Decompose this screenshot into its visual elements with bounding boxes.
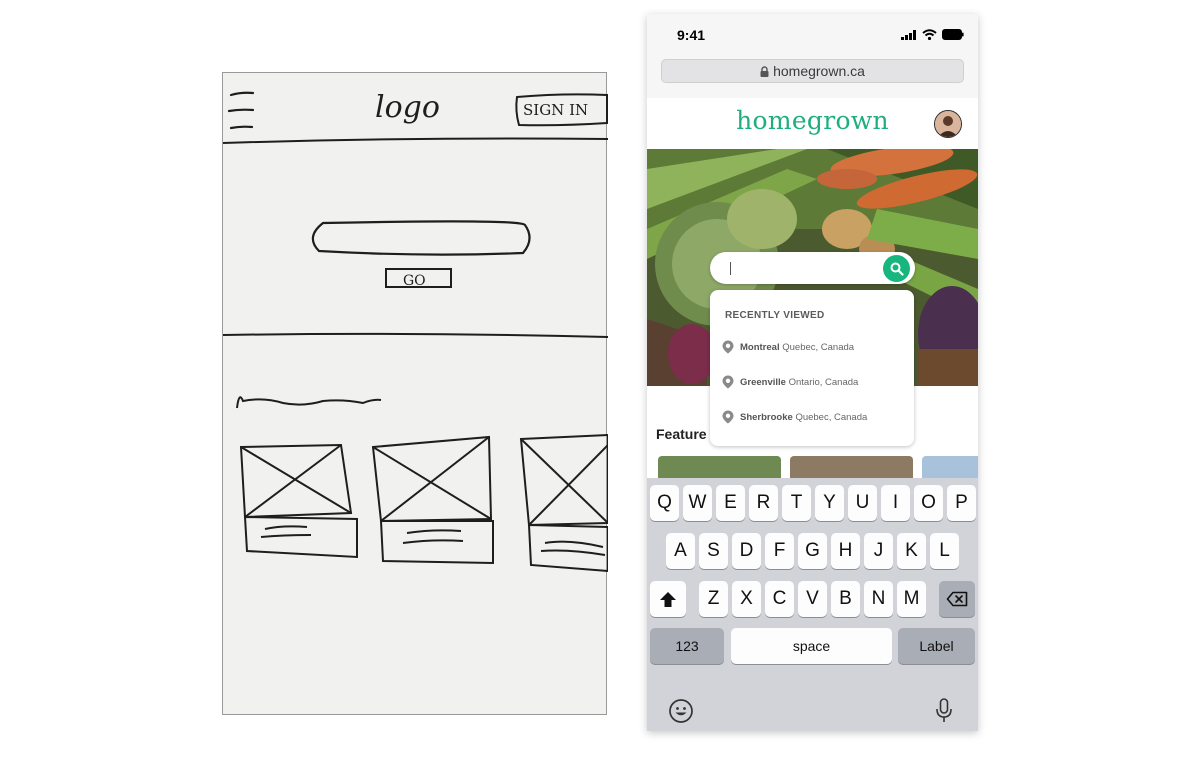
key-q[interactable]: Q xyxy=(650,485,679,521)
sketch-go-text: GO xyxy=(403,273,426,289)
return-key[interactable]: Label xyxy=(898,628,975,664)
key-m[interactable]: M xyxy=(897,581,926,617)
sketch-card-1 xyxy=(239,443,358,559)
recent-region: Quebec, Canada xyxy=(795,411,868,423)
shift-key[interactable] xyxy=(650,581,686,617)
numbers-key[interactable]: 123 xyxy=(650,628,724,664)
space-key[interactable]: space xyxy=(731,628,892,664)
microphone-icon xyxy=(936,698,952,722)
sketch-menu-icon xyxy=(227,91,255,130)
key-j[interactable]: J xyxy=(864,533,893,569)
lock-icon xyxy=(760,65,769,77)
battery-icon xyxy=(942,29,964,40)
avatar[interactable] xyxy=(934,110,962,138)
recently-viewed-dropdown: RECENTLY VIEWED Montreal Quebec, Canada … xyxy=(710,290,914,446)
key-y[interactable]: Y xyxy=(815,485,844,521)
emoji-button[interactable] xyxy=(668,698,694,729)
key-s[interactable]: S xyxy=(699,533,728,569)
key-e[interactable]: E xyxy=(716,485,745,521)
key-w[interactable]: W xyxy=(683,485,712,521)
recent-city: Sherbrooke xyxy=(740,411,793,423)
location-pin-icon xyxy=(722,340,734,354)
key-b[interactable]: B xyxy=(831,581,860,617)
recent-item-sherbrooke[interactable]: Sherbrooke Quebec, Canada xyxy=(722,407,867,427)
sketch-card-2 xyxy=(371,435,494,565)
sketch-heading-squiggle xyxy=(236,396,382,409)
key-h[interactable]: H xyxy=(831,533,860,569)
search-bar[interactable] xyxy=(710,252,915,284)
key-r[interactable]: R xyxy=(749,485,778,521)
delete-key[interactable] xyxy=(939,581,975,617)
search-icon xyxy=(890,262,904,276)
key-t[interactable]: T xyxy=(782,485,811,521)
text-caret xyxy=(730,262,731,275)
key-o[interactable]: O xyxy=(914,485,943,521)
url-text: homegrown.ca xyxy=(773,63,865,79)
key-z[interactable]: Z xyxy=(699,581,728,617)
recent-city: Montreal xyxy=(740,341,780,353)
key-k[interactable]: K xyxy=(897,533,926,569)
sketch-drawing: logo SIGN IN GO xyxy=(223,90,608,573)
sketch-signin-text: SIGN IN xyxy=(523,101,588,119)
phone-mockup: 9:41 homegrown.ca homegrown RECENTLY VIE… xyxy=(647,14,978,731)
recent-city: Greenville xyxy=(740,376,786,388)
featured-card-3[interactable] xyxy=(922,456,978,478)
recent-item-montreal[interactable]: Montreal Quebec, Canada xyxy=(722,337,854,357)
status-bar: 9:41 xyxy=(647,14,978,58)
paper-sketch: logo SIGN IN GO xyxy=(222,72,608,715)
key-x[interactable]: X xyxy=(732,581,761,617)
search-input[interactable] xyxy=(724,258,874,278)
wifi-icon xyxy=(922,29,937,40)
key-n[interactable]: N xyxy=(864,581,893,617)
key-p[interactable]: P xyxy=(947,485,976,521)
key-l[interactable]: L xyxy=(930,533,959,569)
recent-region: Quebec, Canada xyxy=(782,341,855,353)
app-logo[interactable]: homegrown xyxy=(647,106,978,135)
key-v[interactable]: V xyxy=(798,581,827,617)
key-c[interactable]: C xyxy=(765,581,794,617)
delete-icon xyxy=(946,591,968,607)
avatar-icon xyxy=(935,111,961,137)
dictation-button[interactable] xyxy=(935,698,953,729)
recently-viewed-title: RECENTLY VIEWED xyxy=(725,310,825,321)
key-u[interactable]: U xyxy=(848,485,877,521)
key-f[interactable]: F xyxy=(765,533,794,569)
emoji-icon xyxy=(669,699,693,723)
sketch-search-box xyxy=(311,220,531,256)
onscreen-keyboard: Q W E R T Y U I O P A S D F G H J K L Z … xyxy=(647,478,978,731)
search-button[interactable] xyxy=(883,255,910,282)
sketch-card-3 xyxy=(519,433,608,573)
shift-icon xyxy=(660,591,676,607)
sketch-logo: logo xyxy=(375,90,440,125)
featured-card-2[interactable] xyxy=(790,456,913,478)
recent-region: Ontario, Canada xyxy=(788,376,859,388)
featured-card-1[interactable] xyxy=(658,456,781,478)
key-i[interactable]: I xyxy=(881,485,910,521)
recent-item-greenville[interactable]: Greenville Ontario, Canada xyxy=(722,372,858,392)
key-g[interactable]: G xyxy=(798,533,827,569)
location-pin-icon xyxy=(722,410,734,424)
featured-heading: Feature xyxy=(656,426,707,442)
location-pin-icon xyxy=(722,375,734,389)
key-a[interactable]: A xyxy=(666,533,695,569)
url-bar[interactable]: homegrown.ca xyxy=(661,59,964,83)
signal-icon xyxy=(901,29,916,40)
status-time: 9:41 xyxy=(677,27,706,43)
key-d[interactable]: D xyxy=(732,533,761,569)
